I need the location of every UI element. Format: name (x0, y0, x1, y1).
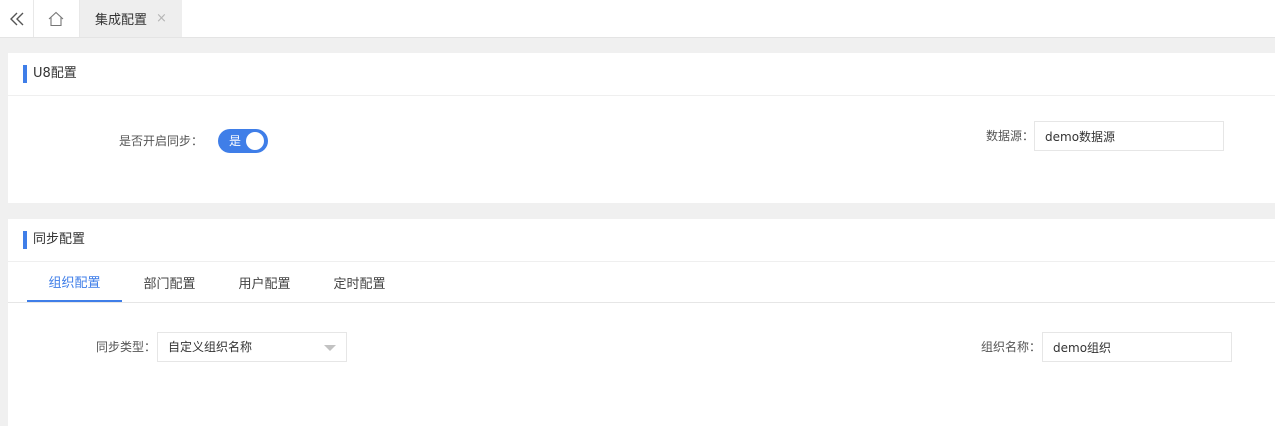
section-accent-bar (23, 65, 27, 83)
section-accent-bar (23, 231, 27, 249)
double-chevron-left-icon (9, 12, 23, 25)
sync-type-label: 同步类型： (96, 340, 157, 354)
tab-org-config[interactable]: 组织配置 (27, 262, 122, 302)
datasource-label: 数据源： (986, 129, 1035, 143)
sync-type-select[interactable]: 自定义组织名称 (157, 332, 347, 362)
toggle-on-text: 是 (229, 134, 242, 148)
tab-user-config[interactable]: 用户配置 (217, 262, 312, 302)
sync-enabled-toggle[interactable]: 是 (218, 129, 268, 153)
home-icon (48, 11, 64, 26)
org-name-input[interactable] (1042, 332, 1232, 362)
tab-label: 集成配置 (95, 13, 148, 28)
section-title: U8配置 (33, 66, 77, 81)
card-header: 同步配置 (8, 219, 1275, 262)
sync-enabled-label: 是否开启同步： (119, 134, 204, 148)
datasource-input[interactable] (1034, 121, 1224, 151)
card-header: U8配置 (8, 53, 1275, 96)
org-name-label: 组织名称： (981, 340, 1042, 354)
section-title: 同步配置 (33, 232, 86, 247)
collapse-sidebar-button[interactable] (0, 0, 34, 37)
sync-type-value: 自定义组织名称 (168, 340, 253, 354)
chevron-down-icon (324, 345, 336, 351)
close-icon[interactable]: × (156, 12, 167, 25)
home-tab[interactable] (33, 0, 80, 37)
toggle-knob (246, 132, 264, 150)
top-tab-bar: 集成配置 × (0, 0, 1275, 38)
tab-integration-config[interactable]: 集成配置 × (80, 0, 182, 37)
sync-config-card: 同步配置 组织配置 部门配置 用户配置 定时配置 同步类型： 自定义组织名称 组… (8, 219, 1275, 426)
tab-schedule-config[interactable]: 定时配置 (312, 262, 407, 302)
sync-config-tabs: 组织配置 部门配置 用户配置 定时配置 (8, 262, 1275, 303)
tab-dept-config[interactable]: 部门配置 (122, 262, 217, 302)
u8-config-card: U8配置 是否开启同步： 是 数据源： (8, 53, 1275, 203)
